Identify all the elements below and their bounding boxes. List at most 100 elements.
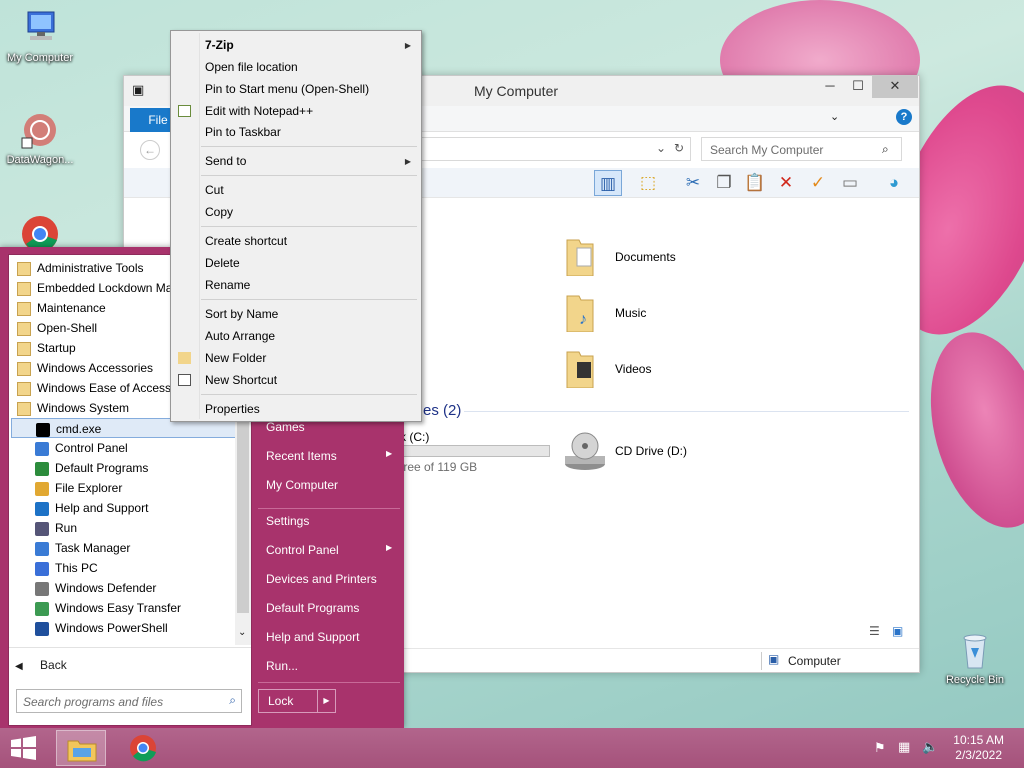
start-button[interactable]: [8, 735, 38, 761]
desktop-icon-recycle-bin[interactable]: Recycle Bin: [935, 630, 1015, 686]
start-program-item[interactable]: Run: [11, 518, 237, 538]
menu-separator: [201, 146, 417, 147]
start-right-label: Help and Support: [266, 630, 360, 644]
submenu-arrow-icon: ▶: [404, 41, 411, 50]
network-icon[interactable]: ▦: [898, 739, 910, 755]
start-right-item[interactable]: Devices and Printers: [266, 572, 377, 586]
rename-button[interactable]: ▭: [836, 170, 864, 196]
start-program-item[interactable]: This PC: [11, 558, 237, 578]
cd-drive-item[interactable]: CD Drive (D:): [615, 444, 687, 458]
documents-item[interactable]: Documents: [615, 250, 676, 264]
start-search-box[interactable]: Search programs and files ⌕: [16, 689, 242, 713]
start-program-item[interactable]: Windows Easy Transfer: [11, 598, 237, 618]
large-icons-view-icon[interactable]: ▣: [892, 624, 903, 638]
videos-item[interactable]: Videos: [615, 362, 651, 376]
context-menu-item[interactable]: Cut: [205, 183, 224, 197]
start-right-item[interactable]: Help and Support: [266, 630, 359, 644]
context-menu-item[interactable]: Open file location: [205, 60, 298, 74]
context-menu-item[interactable]: Pin to Taskbar: [205, 125, 281, 139]
volume-muted-icon[interactable]: 🔈: [922, 739, 938, 755]
start-program-item[interactable]: Control Panel: [11, 438, 237, 458]
delete-button[interactable]: ✕: [772, 170, 800, 196]
folder-icon: [17, 321, 31, 336]
folder-icon: [17, 341, 31, 356]
context-menu-item[interactable]: Auto Arrange: [205, 329, 275, 343]
context-menu-item[interactable]: Create shortcut: [205, 234, 287, 248]
music-item[interactable]: Music: [615, 306, 646, 320]
context-menu-item[interactable]: Pin to Start menu (Open-Shell): [205, 82, 369, 96]
context-menu-item[interactable]: New Shortcut: [205, 373, 277, 387]
context-menu-item[interactable]: 7-Zip: [205, 38, 234, 52]
program-icon: [35, 481, 49, 496]
start-folder-label: Open-Shell: [37, 321, 98, 335]
back-button[interactable]: ◀ Back: [15, 655, 245, 675]
back-nav-button[interactable]: ←: [140, 140, 160, 160]
lock-options-arrow-icon[interactable]: ▶: [317, 690, 335, 712]
paste-button[interactable]: 📋: [741, 170, 769, 196]
context-menu-item[interactable]: Edit with Notepad++: [205, 104, 313, 118]
start-folder-label: Startup: [37, 341, 76, 355]
status-divider: [761, 652, 762, 670]
details-view-icon[interactable]: ☰: [869, 624, 880, 638]
preview-pane-button[interactable]: ▥: [594, 170, 622, 196]
action-center-flag-icon[interactable]: ⚑: [874, 740, 886, 756]
start-program-label: Help and Support: [55, 501, 149, 515]
context-menu-item[interactable]: Send to: [205, 154, 246, 168]
start-right-item[interactable]: Default Programs: [266, 601, 359, 615]
start-program-label: This PC: [55, 561, 98, 575]
search-input[interactable]: Search My Computer: [701, 137, 902, 161]
address-bar[interactable]: ⌄ ↻: [421, 137, 691, 161]
window-title: My Computer: [474, 83, 559, 99]
taskbar-explorer-button[interactable]: [56, 730, 106, 766]
start-program-item[interactable]: Help and Support: [11, 498, 237, 518]
start-program-item[interactable]: Default Programs: [11, 458, 237, 478]
start-right-item[interactable]: Settings: [266, 514, 309, 528]
chrome-icon: [130, 735, 156, 762]
context-menu-item[interactable]: Properties: [205, 402, 260, 416]
help-icon[interactable]: ?: [896, 109, 912, 125]
close-button[interactable]: ✕: [872, 76, 918, 98]
clock[interactable]: 10:15 AM 2/3/2022: [953, 733, 1004, 763]
chevron-down-icon[interactable]: ⌄: [656, 141, 666, 155]
start-right-item[interactable]: Control Panel ▶: [266, 543, 392, 557]
start-program-item[interactable]: File Explorer: [11, 478, 237, 498]
minimize-button[interactable]: ─: [816, 76, 844, 98]
context-menu-item[interactable]: Sort by Name: [205, 307, 278, 321]
maximize-button[interactable]: ☐: [844, 76, 872, 98]
start-right-item[interactable]: Recent Items ▶: [266, 449, 392, 463]
start-right-label: My Computer: [266, 478, 339, 492]
back-label: Back: [40, 658, 67, 672]
context-menu-item[interactable]: Rename: [205, 278, 250, 292]
properties-button[interactable]: ✓: [804, 170, 832, 196]
scroll-down-icon[interactable]: ⌄: [238, 627, 246, 638]
context-menu-item[interactable]: New Folder: [205, 351, 266, 365]
views-button[interactable]: ⬚: [634, 170, 662, 196]
context-menu-item[interactable]: Delete: [205, 256, 240, 270]
start-program-item[interactable]: Windows PowerShell: [11, 618, 237, 638]
lock-button[interactable]: Lock ▶: [258, 689, 336, 713]
desktop-icon-label: Recycle Bin: [945, 674, 1005, 686]
start-right-item[interactable]: Run...: [266, 659, 298, 673]
devices-group-header[interactable]: es (2): [423, 402, 461, 419]
search-icon[interactable]: ⌕: [882, 142, 889, 157]
refresh-icon[interactable]: ↻: [674, 141, 684, 155]
copy-button[interactable]: ❐: [710, 170, 738, 196]
start-program-item[interactable]: Windows Defender: [11, 578, 237, 598]
start-program-item[interactable]: Task Manager: [11, 538, 237, 558]
context-menu-item[interactable]: Copy: [205, 205, 233, 219]
taskbar-chrome-button[interactable]: [118, 730, 168, 766]
datawagon-icon: [20, 110, 60, 150]
folder-icon: [17, 401, 31, 416]
expand-ribbon-icon[interactable]: ⌄: [830, 110, 839, 123]
network-button[interactable]: ◕: [880, 170, 908, 196]
start-right-item[interactable]: My Computer: [266, 478, 338, 492]
desktop-icon-datawagon[interactable]: DataWagon...: [0, 110, 80, 166]
program-icon: [35, 441, 49, 456]
desktop-icon-my-computer[interactable]: My Computer: [0, 8, 80, 64]
start-folder-label: Windows Ease of Access: [37, 381, 172, 395]
cut-button[interactable]: ✂: [679, 170, 707, 196]
start-right-item[interactable]: Games: [266, 420, 305, 434]
submenu-arrow-icon: ▶: [404, 157, 411, 166]
submenu-arrow-icon: ▶: [386, 543, 393, 552]
start-program-label: Windows Easy Transfer: [55, 601, 182, 615]
